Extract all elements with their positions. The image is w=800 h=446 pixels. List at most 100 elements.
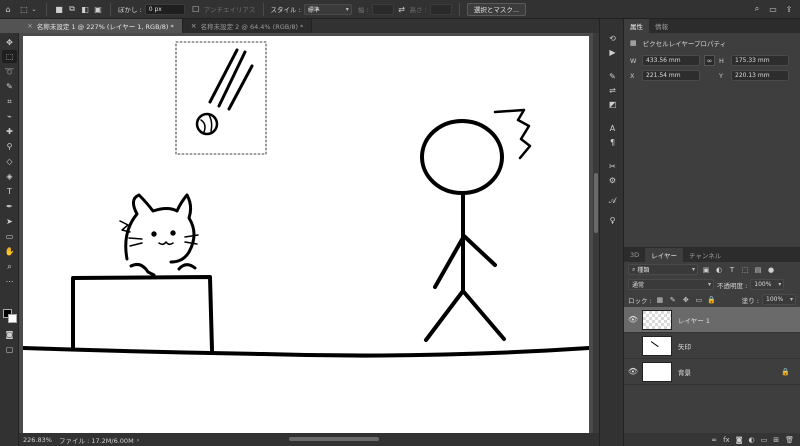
eye-icon[interactable]: 👁 (624, 315, 642, 324)
fill-field[interactable]: 100% (762, 294, 796, 305)
workspace-icon[interactable]: ▭ (768, 4, 778, 14)
chevron-down-icon[interactable]: ⌄ (29, 4, 39, 14)
lock-all-icon[interactable]: 🔒 (707, 295, 717, 305)
close-icon[interactable]: × (191, 22, 197, 30)
lock-pixels-icon[interactable]: ✎ (668, 295, 678, 305)
height-field[interactable]: 175.33 mm (731, 55, 789, 66)
eraser-tool-icon[interactable]: ◇ (2, 155, 17, 168)
marquee-tool-icon[interactable]: ⬚ (19, 4, 29, 14)
height-input[interactable] (429, 3, 452, 15)
layer-name[interactable]: レイヤー 1 (678, 315, 710, 325)
document-canvas[interactable] (21, 36, 591, 433)
layer-name[interactable]: 矢印 (678, 341, 691, 351)
brush-settings-icon[interactable]: ✎ (607, 71, 618, 82)
fx-icon[interactable]: fx (723, 436, 730, 444)
quick-mask-icon[interactable]: ◙ (2, 328, 17, 341)
character-icon[interactable]: A (607, 123, 618, 134)
glyphs-icon[interactable]: 𝒜 (607, 195, 618, 206)
lock-transparency-icon[interactable]: ▦ (655, 295, 665, 305)
lock-artboard-icon[interactable]: ▭ (694, 295, 704, 305)
group-icon[interactable]: ▭ (761, 436, 768, 444)
style-select[interactable]: 標準 (303, 3, 352, 15)
paragraph-icon[interactable]: ¶ (607, 137, 618, 148)
width-input[interactable] (371, 3, 394, 15)
swap-icon[interactable]: ⇄ (397, 4, 407, 14)
healing-brush-icon[interactable]: ✚ (2, 125, 17, 138)
filter-toggle-icon[interactable]: ● (766, 265, 776, 275)
crop-tool-icon[interactable]: ⌗ (2, 95, 17, 108)
subtract-selection-icon[interactable]: ◧ (80, 4, 90, 14)
shape-tool-icon[interactable]: ▭ (2, 230, 17, 243)
link-layers-icon[interactable]: ∞ (711, 436, 717, 444)
move-tool-icon[interactable]: ✥ (2, 36, 17, 49)
adjust-icon[interactable]: ⇌ (607, 85, 618, 96)
type-tool-icon[interactable]: T (2, 185, 17, 198)
type-filter-icon[interactable]: T (727, 265, 737, 275)
pixel-filter-icon[interactable]: ▣ (701, 265, 711, 275)
background-color-swatch[interactable] (8, 314, 17, 323)
add-selection-icon[interactable]: ⧉ (67, 4, 77, 14)
home-icon[interactable]: ⌂ (3, 4, 13, 14)
adjustment-layer-icon[interactable]: ◐ (749, 436, 755, 444)
eyedropper-tool-icon[interactable]: ⌁ (2, 110, 17, 123)
opacity-field[interactable]: 100% (750, 279, 785, 290)
stamp-tool-icon[interactable]: ⚲ (2, 140, 17, 153)
learn-icon[interactable]: ♀ (607, 215, 618, 226)
zoom-level[interactable]: 226.83% (19, 436, 59, 444)
search-icon[interactable]: ⌕ (752, 4, 762, 14)
tab-3d[interactable]: 3D (624, 248, 645, 262)
share-icon[interactable]: ⇪ (784, 4, 794, 14)
feather-input[interactable]: 0 px (144, 3, 185, 15)
layer-name[interactable]: 背景 (678, 367, 691, 377)
tab-channels[interactable]: チャンネル (683, 248, 727, 262)
layer-thumbnail (642, 335, 672, 356)
lasso-tool-icon[interactable]: ➰ (2, 65, 17, 78)
link-icon[interactable]: ∞ (704, 55, 715, 66)
marquee-tool-icon[interactable]: ⬚ (2, 50, 17, 63)
canvas-area[interactable] (19, 33, 599, 433)
tab-info[interactable]: 情報 (649, 19, 674, 33)
intersect-selection-icon[interactable]: ▣ (93, 4, 103, 14)
layer-row-arrow[interactable]: 矢印 (624, 333, 800, 359)
close-icon[interactable]: × (27, 22, 33, 30)
screen-mode-icon[interactable]: ▢ (2, 343, 17, 356)
eye-icon[interactable]: 👁 (624, 367, 642, 376)
layer-filter-select[interactable]: ⌕ 種類 (628, 264, 698, 275)
ground-line (21, 346, 591, 358)
lock-position-icon[interactable]: ✥ (681, 295, 691, 305)
quick-select-tool-icon[interactable]: ✎ (2, 80, 17, 93)
shape-filter-icon[interactable]: ⬚ (740, 265, 750, 275)
smart-object-filter-icon[interactable]: ▤ (753, 265, 763, 275)
more-tools-icon[interactable]: ⋯ (2, 275, 17, 288)
tab-layers[interactable]: レイヤー (645, 248, 683, 262)
hand-tool-icon[interactable]: ✋ (2, 245, 17, 258)
tools-preset-icon[interactable]: ✂ (607, 161, 618, 172)
width-field[interactable]: 433.56 mm (642, 55, 700, 66)
zoom-tool-icon[interactable]: ⌕ (2, 260, 17, 273)
color-icon[interactable]: ◩ (607, 99, 618, 110)
layer-row-layer1[interactable]: 👁 レイヤー 1 (624, 307, 800, 333)
blend-mode-select[interactable]: 通常 (628, 279, 714, 290)
fill-tool-icon[interactable]: ◈ (2, 170, 17, 183)
pen-tool-icon[interactable]: ✒ (2, 200, 17, 213)
checkbox-icon[interactable]: ☐ (191, 4, 201, 14)
history-icon[interactable]: ⟲ (607, 33, 618, 44)
tab-document-2[interactable]: × 名称未設定 2 @ 64.4% (RGB/8) * (182, 19, 313, 33)
y-field[interactable]: 220.13 mm (731, 70, 789, 81)
chevron-right-icon[interactable]: › (137, 436, 140, 444)
clone-source-icon[interactable]: ⚙ (607, 175, 618, 186)
new-layer-icon[interactable]: ⊞ (773, 436, 779, 444)
x-field[interactable]: 221.54 mm (642, 70, 700, 81)
scroll-thumb[interactable] (594, 173, 598, 233)
tab-properties[interactable]: 属性 (624, 19, 649, 33)
horizontal-scroll-thumb[interactable] (289, 437, 379, 441)
path-select-icon[interactable]: ➤ (2, 215, 17, 228)
add-mask-icon[interactable]: ◙ (736, 436, 743, 444)
layer-row-background[interactable]: 👁 背景 🔒 (624, 359, 800, 385)
trash-icon[interactable]: 🗑 (785, 436, 794, 444)
select-and-mask-button[interactable]: 選択とマスク... (466, 2, 527, 16)
tab-document-1[interactable]: × 名称未設定 1 @ 227% (レイヤー 1, RGB/8) * (19, 19, 183, 33)
play-icon[interactable]: ▶ (607, 47, 618, 58)
new-selection-icon[interactable]: ■ (54, 4, 64, 14)
adjustment-filter-icon[interactable]: ◐ (714, 265, 724, 275)
